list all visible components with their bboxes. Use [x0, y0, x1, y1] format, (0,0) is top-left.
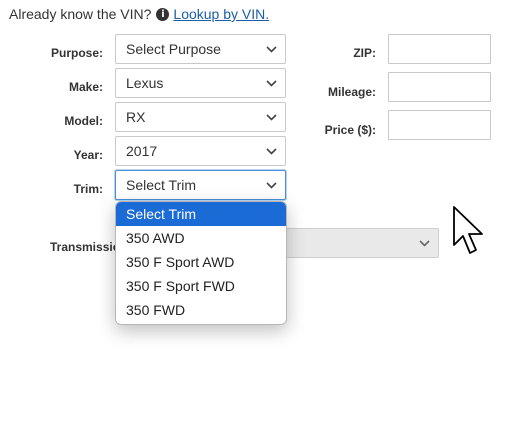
mileage-label: Mileage: [327, 85, 376, 99]
trim-label: Trim: [73, 182, 103, 196]
chevron-down-icon [257, 181, 285, 189]
trim-option[interactable]: 350 F Sport AWD [116, 250, 286, 274]
chevron-down-icon [257, 45, 285, 53]
transmission-select [268, 228, 439, 258]
trim-option[interactable]: 350 FWD [116, 298, 286, 322]
vin-prompt-row: Already know the VIN? i Lookup by VIN. [9, 6, 269, 22]
mileage-input[interactable] [388, 72, 491, 102]
model-select[interactable]: RX [115, 102, 286, 132]
year-select-value: 2017 [126, 143, 158, 159]
trim-option[interactable]: 350 F Sport FWD [116, 274, 286, 298]
trim-select[interactable]: Select Trim [115, 170, 286, 200]
make-label: Make: [68, 80, 103, 94]
purpose-select-value: Select Purpose [126, 41, 221, 57]
zip-input[interactable] [388, 34, 491, 64]
chevron-down-icon [257, 79, 285, 87]
make-select-value: Lexus [126, 75, 164, 91]
lookup-by-vin-link[interactable]: Lookup by VIN. [173, 6, 269, 22]
trim-option[interactable]: 350 AWD [116, 226, 286, 250]
purpose-select[interactable]: Select Purpose [115, 34, 286, 64]
price-label: Price ($): [324, 123, 376, 137]
year-select[interactable]: 2017 [115, 136, 286, 166]
trim-option[interactable]: Select Trim [116, 202, 286, 226]
trim-dropdown-list[interactable]: Select Trim 350 AWD 350 F Sport AWD 350 F S… [115, 201, 287, 325]
purpose-label: Purpose: [50, 46, 103, 60]
chevron-down-icon [410, 239, 438, 247]
year-label: Year: [73, 148, 103, 162]
chevron-down-icon [257, 147, 285, 155]
model-select-value: RX [126, 109, 146, 125]
info-circle-icon: i [156, 7, 170, 21]
zip-label: ZIP: [353, 46, 376, 60]
make-select[interactable]: Lexus [115, 68, 286, 98]
price-input[interactable] [388, 110, 491, 140]
chevron-down-icon [257, 113, 285, 121]
model-label: Model: [64, 114, 103, 128]
vin-prompt-text: Already know the VIN? [9, 6, 152, 22]
trim-select-value: Select Trim [126, 177, 197, 193]
mouse-pointer-icon [452, 205, 486, 264]
